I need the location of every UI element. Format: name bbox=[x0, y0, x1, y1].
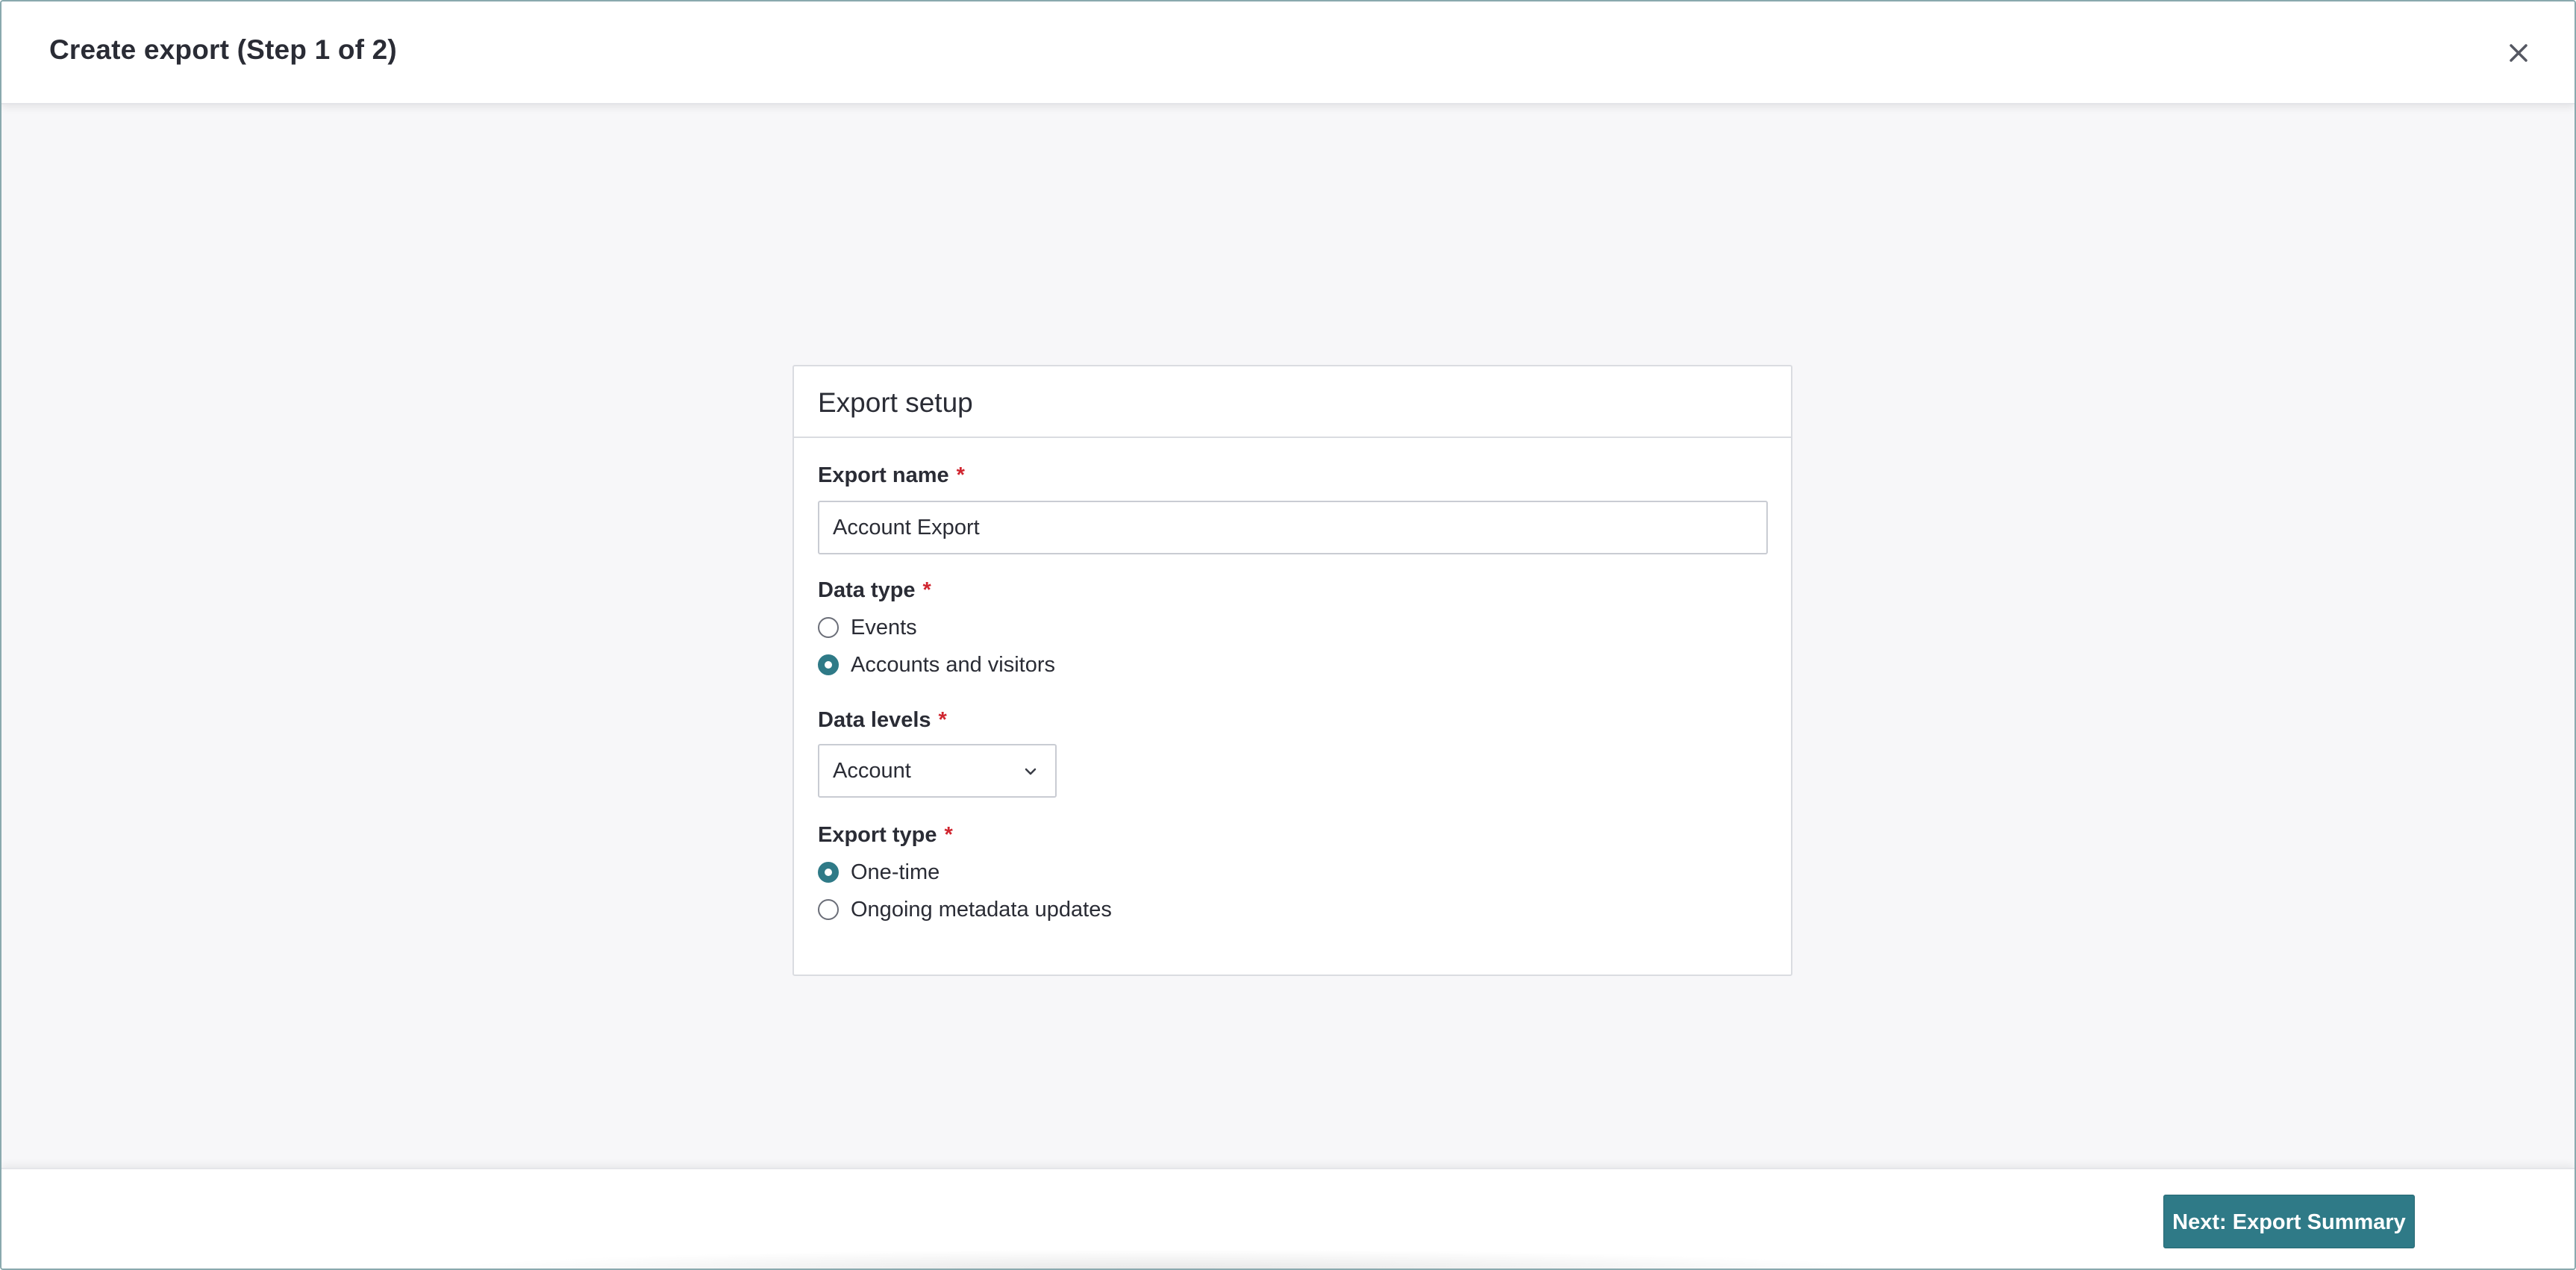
export-setup-card: Export setup Export name * Account Export… bbox=[793, 365, 1792, 976]
export-dialog: Create export (Step 1 of 2) Export setup… bbox=[0, 0, 2576, 1270]
data-levels-select[interactable]: Account bbox=[818, 744, 1057, 798]
radio-unchecked-icon[interactable] bbox=[818, 617, 839, 638]
card-title: Export setup bbox=[818, 387, 973, 418]
radio-checked-icon[interactable] bbox=[818, 862, 839, 883]
radio-label: Ongoing metadata updates bbox=[851, 897, 1112, 922]
dialog-footer: Next: Export Summary bbox=[1, 1168, 2575, 1269]
export-name-label-text: Export name bbox=[818, 463, 949, 487]
footer-shadow bbox=[419, 1249, 1912, 1269]
data-type-option-events[interactable]: Events bbox=[818, 613, 917, 642]
radio-label: Events bbox=[851, 615, 917, 639]
next-export-summary-button[interactable]: Next: Export Summary bbox=[2163, 1195, 2415, 1248]
data-levels-label-text: Data levels bbox=[818, 708, 931, 732]
radio-label: One-time bbox=[851, 860, 940, 884]
data-levels-selected-value: Account bbox=[833, 759, 911, 783]
export-name-label: Export name * bbox=[818, 463, 965, 488]
data-levels-label: Data levels * bbox=[818, 708, 947, 733]
card-header: Export setup bbox=[794, 366, 1791, 438]
dialog-header: Create export (Step 1 of 2) bbox=[1, 1, 2575, 104]
data-type-label: Data type * bbox=[818, 578, 931, 603]
export-name-input[interactable]: Account Export bbox=[818, 501, 1768, 554]
dialog-title: Create export (Step 1 of 2) bbox=[49, 34, 397, 65]
export-type-label-text: Export type bbox=[818, 823, 937, 847]
export-type-option-ongoing[interactable]: Ongoing metadata updates bbox=[818, 895, 1112, 925]
export-type-option-one-time[interactable]: One-time bbox=[818, 857, 940, 887]
close-icon[interactable] bbox=[2500, 34, 2537, 72]
required-marker: * bbox=[938, 708, 947, 732]
required-marker: * bbox=[956, 463, 965, 487]
radio-checked-icon[interactable] bbox=[818, 654, 839, 675]
required-marker: * bbox=[922, 578, 931, 602]
close-icon-glyph bbox=[2510, 44, 2527, 62]
data-type-option-accounts-visitors[interactable]: Accounts and visitors bbox=[818, 650, 1055, 680]
required-marker: * bbox=[944, 823, 953, 847]
radio-unchecked-icon[interactable] bbox=[818, 899, 839, 920]
radio-label: Accounts and visitors bbox=[851, 652, 1056, 677]
data-type-label-text: Data type bbox=[818, 578, 916, 602]
export-type-label: Export type * bbox=[818, 823, 953, 848]
chevron-down-icon bbox=[1025, 768, 1037, 775]
